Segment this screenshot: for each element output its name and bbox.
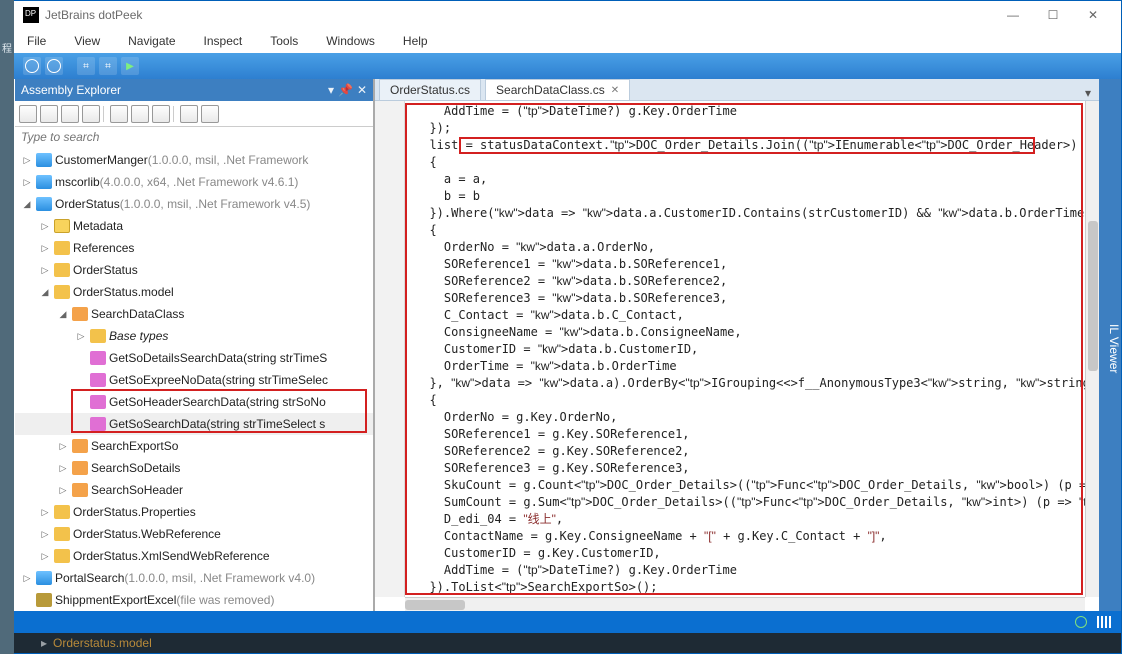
fold-icon xyxy=(54,285,70,299)
tree-node[interactable]: ▷PortalSearch (1.0.0.0, msil, .Net Frame… xyxy=(15,567,373,589)
maximize-button[interactable]: ☐ xyxy=(1033,8,1073,22)
close-button[interactable]: ✕ xyxy=(1073,8,1113,22)
panel-pin-icon[interactable]: 📌 xyxy=(338,83,353,97)
explorer-tool-1[interactable] xyxy=(19,105,37,123)
tree-node[interactable]: ▷SearchSoDetails xyxy=(15,457,373,479)
asm-icon xyxy=(36,571,52,585)
panel-title: Assembly Explorer xyxy=(21,83,121,97)
tree-node[interactable]: ▷OrderStatus.Properties xyxy=(15,501,373,523)
tree-node[interactable]: ▷CustomerManger (1.0.0.0, msil, .Net Fra… xyxy=(15,149,373,171)
status-indicator-icon xyxy=(1075,616,1087,628)
code-editor[interactable]: AddTime = ("tp">DateTime?) g.Key.OrderTi… xyxy=(405,101,1085,597)
tree-node[interactable]: ▷mscorlib (4.0.0.0, x64, .Net Framework … xyxy=(15,171,373,193)
assembly-tree[interactable]: ▷CustomerManger (1.0.0.0, msil, .Net Fra… xyxy=(15,147,373,611)
asm-icon xyxy=(36,175,52,189)
explorer-tool-6[interactable] xyxy=(131,105,149,123)
menu-windows[interactable]: Windows xyxy=(322,32,379,50)
explorer-tool-7[interactable] xyxy=(152,105,170,123)
app-logo-icon xyxy=(23,7,39,23)
explorer-tool-9[interactable] xyxy=(201,105,219,123)
asm-icon xyxy=(36,153,52,167)
warn-icon xyxy=(36,593,52,607)
tab-orderstatus[interactable]: OrderStatus.cs xyxy=(379,79,481,100)
ref-icon xyxy=(54,219,70,233)
tree-node[interactable]: ◢OrderStatus (1.0.0.0, msil, .Net Framew… xyxy=(15,193,373,215)
explorer-toolbar xyxy=(15,101,373,127)
cls-icon xyxy=(72,439,88,453)
explorer-tool-3[interactable] xyxy=(61,105,79,123)
fold-icon xyxy=(90,329,106,343)
explorer-tool-8[interactable] xyxy=(180,105,198,123)
meth-icon xyxy=(90,351,106,365)
tree-node[interactable]: ▷SearchExportSo xyxy=(15,435,373,457)
toolbar-button-3[interactable]: ⌗ xyxy=(77,57,95,75)
toolbar-button-4[interactable]: ⌗ xyxy=(99,57,117,75)
tree-node[interactable]: GetSoSearchData(string strTimeSelect s xyxy=(15,413,373,435)
menu-help[interactable]: Help xyxy=(399,32,432,50)
window-titlebar: JetBrains dotPeek — ☐ ✕ xyxy=(1,1,1121,29)
tree-node[interactable]: GetSoDetailsSearchData(string strTimeS xyxy=(15,347,373,369)
explorer-tool-4[interactable] xyxy=(82,105,100,123)
menu-file[interactable]: File xyxy=(23,32,50,50)
asm-icon xyxy=(36,197,52,211)
cls-icon xyxy=(72,483,88,497)
meth-icon xyxy=(90,417,106,431)
window-title: JetBrains dotPeek xyxy=(45,8,142,22)
fold-icon xyxy=(54,527,70,541)
menu-tools[interactable]: Tools xyxy=(266,32,302,50)
minimize-button[interactable]: — xyxy=(993,8,1033,22)
tabs-overflow-icon[interactable]: ▾ xyxy=(1077,86,1099,100)
fold-icon xyxy=(54,241,70,255)
tab-close-icon[interactable]: ✕ xyxy=(611,85,619,96)
panel-dropdown-icon[interactable]: ▾ xyxy=(328,83,334,97)
tree-node[interactable]: ▷OrderStatus.WebReference xyxy=(15,523,373,545)
vertical-scrollbar[interactable] xyxy=(1085,101,1099,597)
il-viewer-tab[interactable]: IL Viewer xyxy=(1099,79,1121,611)
fold-icon xyxy=(54,263,70,277)
menu-view[interactable]: View xyxy=(70,32,104,50)
nav-back-button[interactable] xyxy=(23,57,41,75)
tree-node[interactable]: ▷Metadata xyxy=(15,215,373,237)
explorer-tool-5[interactable] xyxy=(110,105,128,123)
status-bar xyxy=(1,611,1121,633)
cls-icon xyxy=(72,307,88,321)
nav-forward-button[interactable] xyxy=(45,57,63,75)
search-input[interactable] xyxy=(21,130,367,144)
status-activity-icon xyxy=(1097,616,1111,628)
main-toolbar: ⌗ ⌗ ▶ xyxy=(1,53,1121,79)
horizontal-scrollbar[interactable] xyxy=(405,597,1085,611)
tree-node[interactable]: ▷OrderStatus xyxy=(15,259,373,281)
assembly-explorer-header: Assembly Explorer ▾ 📌 ✕ xyxy=(15,79,373,101)
cls-icon xyxy=(72,461,88,475)
tree-node[interactable]: ▷SearchSoHeader xyxy=(15,479,373,501)
tree-node[interactable]: ◢OrderStatus.model xyxy=(15,281,373,303)
explorer-tool-2[interactable] xyxy=(40,105,58,123)
collapse-icon[interactable]: ▸ xyxy=(41,636,47,650)
editor-tabs: OrderStatus.cs SearchDataClass.cs✕ ▾ xyxy=(375,79,1099,101)
tree-node[interactable]: ▷References xyxy=(15,237,373,259)
menu-inspect[interactable]: Inspect xyxy=(200,32,247,50)
tree-node[interactable]: ShippmentExportExcel (file was removed) xyxy=(15,589,373,611)
meth-icon xyxy=(90,373,106,387)
search-box[interactable] xyxy=(15,127,373,147)
bottom-info-strip: ▸ Orderstatus.model xyxy=(1,633,1121,653)
tree-node[interactable]: GetSoExpreeNoData(string strTimeSelec xyxy=(15,369,373,391)
tree-node[interactable]: GetSoHeaderSearchData(string strSoNo xyxy=(15,391,373,413)
menu-navigate[interactable]: Navigate xyxy=(124,32,179,50)
fold-icon xyxy=(54,505,70,519)
meth-icon xyxy=(90,395,106,409)
toolbar-run-button[interactable]: ▶ xyxy=(121,57,139,75)
fold-icon xyxy=(54,549,70,563)
code-gutter xyxy=(375,101,405,597)
tree-node[interactable]: ▷Base types xyxy=(15,325,373,347)
tab-searchdataclass[interactable]: SearchDataClass.cs✕ xyxy=(485,79,630,100)
menu-bar: File View Navigate Inspect Tools Windows… xyxy=(1,29,1121,53)
bottom-text: Orderstatus.model xyxy=(53,636,152,650)
tree-node[interactable]: ▷OrderStatus.XmlSendWebReference xyxy=(15,545,373,567)
left-gutter-strip: 程 xyxy=(0,0,14,654)
tree-node[interactable]: ◢SearchDataClass xyxy=(15,303,373,325)
panel-close-icon[interactable]: ✕ xyxy=(357,83,367,97)
